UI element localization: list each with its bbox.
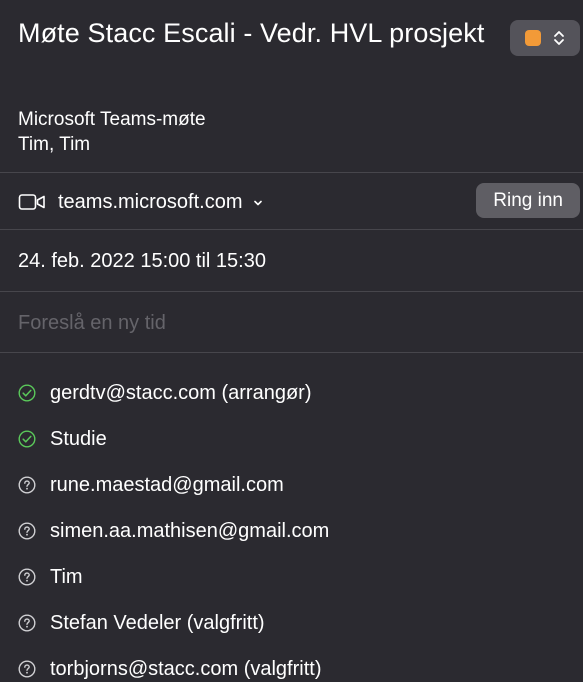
question-circle-icon — [18, 522, 36, 540]
attendee-name: Stefan Vedeler (valgfritt) — [50, 611, 265, 634]
location-row[interactable]: teams.microsoft.com — [18, 185, 264, 219]
meeting-type: Microsoft Teams-møte — [18, 109, 206, 130]
attendee-name: simen.aa.mathisen@gmail.com — [50, 519, 330, 542]
attendee-list: gerdtv@stacc.com (arrangør) Studie rune.ma… — [18, 370, 329, 682]
location-link[interactable]: teams.microsoft.com — [58, 191, 242, 214]
attendee-item[interactable]: Studie — [18, 416, 329, 462]
divider — [0, 172, 583, 173]
attendee-item[interactable]: rune.maestad@gmail.com — [18, 462, 329, 508]
event-meta: Microsoft Teams-møte Tim, Tim — [18, 107, 206, 157]
suggest-new-time-field[interactable]: Foreslå en ny tid — [18, 309, 166, 337]
attendee-item[interactable]: Tim — [18, 554, 329, 600]
question-circle-icon — [18, 476, 36, 494]
divider — [0, 291, 583, 292]
attendee-item[interactable]: torbjorns@stacc.com (valgfritt) — [18, 646, 329, 682]
question-circle-icon — [18, 568, 36, 586]
attendee-name: Studie — [50, 427, 107, 450]
calendar-color-picker[interactable] — [510, 20, 580, 56]
attendee-name: Tim — [50, 565, 83, 588]
video-icon — [18, 194, 45, 210]
attendee-name: gerdtv@stacc.com (arrangør) — [50, 381, 312, 404]
event-detail-panel: Møte Stacc Escali - Vedr. HVL prosjekt M… — [0, 0, 583, 682]
event-datetime[interactable]: 24. feb. 2022 15:00 til 15:30 — [18, 247, 266, 275]
divider — [0, 229, 583, 230]
question-circle-icon — [18, 614, 36, 632]
checkmark-circle-icon — [18, 430, 36, 448]
up-down-chevron-icon — [554, 31, 564, 45]
event-title[interactable]: Møte Stacc Escali - Vedr. HVL prosjekt — [18, 16, 488, 50]
calendar-color-swatch — [525, 30, 541, 46]
checkmark-circle-icon — [18, 384, 36, 402]
attendee-item[interactable]: simen.aa.mathisen@gmail.com — [18, 508, 329, 554]
attendee-item[interactable]: gerdtv@stacc.com (arrangør) — [18, 370, 329, 416]
attendee-name: torbjorns@stacc.com (valgfritt) — [50, 657, 322, 680]
attendee-item[interactable]: Stefan Vedeler (valgfritt) — [18, 600, 329, 646]
organizer-line: Tim, Tim — [18, 134, 91, 155]
chevron-down-icon[interactable] — [252, 197, 264, 209]
call-in-button[interactable]: Ring inn — [476, 183, 580, 218]
question-circle-icon — [18, 660, 36, 678]
event-header: Møte Stacc Escali - Vedr. HVL prosjekt — [18, 16, 488, 50]
divider — [0, 352, 583, 353]
attendee-name: rune.maestad@gmail.com — [50, 473, 284, 496]
